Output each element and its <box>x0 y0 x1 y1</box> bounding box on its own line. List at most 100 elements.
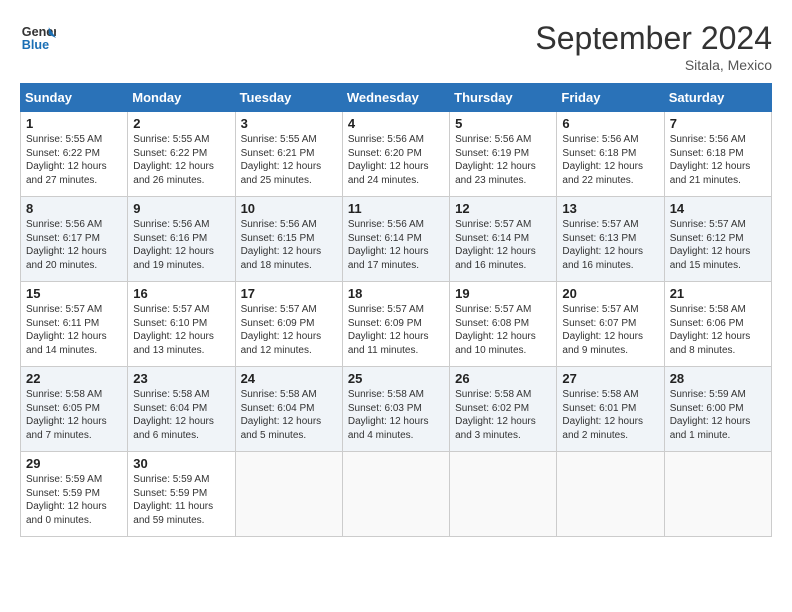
calendar-cell <box>557 452 664 537</box>
calendar-cell: 17 Sunrise: 5:57 AM Sunset: 6:09 PM Dayl… <box>235 282 342 367</box>
day-info: Sunrise: 5:57 AM Sunset: 6:13 PM Dayligh… <box>562 218 658 272</box>
day-info: Sunrise: 5:57 AM Sunset: 6:11 PM Dayligh… <box>26 303 122 357</box>
calendar-table: SundayMondayTuesdayWednesdayThursdayFrid… <box>20 83 772 537</box>
svg-text:Blue: Blue <box>22 38 49 52</box>
page-header: General Blue September 2024 Sitala, Mexi… <box>20 20 772 73</box>
calendar-cell: 9 Sunrise: 5:56 AM Sunset: 6:16 PM Dayli… <box>128 197 235 282</box>
header-saturday: Saturday <box>664 84 771 112</box>
day-number: 23 <box>133 371 229 386</box>
day-info: Sunrise: 5:56 AM Sunset: 6:17 PM Dayligh… <box>26 218 122 272</box>
day-number: 28 <box>670 371 766 386</box>
week-row-4: 22 Sunrise: 5:58 AM Sunset: 6:05 PM Dayl… <box>21 367 772 452</box>
week-row-5: 29 Sunrise: 5:59 AM Sunset: 5:59 PM Dayl… <box>21 452 772 537</box>
day-number: 11 <box>348 201 444 216</box>
day-number: 10 <box>241 201 337 216</box>
calendar-cell <box>450 452 557 537</box>
day-number: 5 <box>455 116 551 131</box>
day-number: 3 <box>241 116 337 131</box>
day-info: Sunrise: 5:57 AM Sunset: 6:12 PM Dayligh… <box>670 218 766 272</box>
day-info: Sunrise: 5:56 AM Sunset: 6:19 PM Dayligh… <box>455 133 551 187</box>
day-info: Sunrise: 5:56 AM Sunset: 6:18 PM Dayligh… <box>562 133 658 187</box>
month-year-title: September 2024 <box>535 20 772 57</box>
calendar-cell: 12 Sunrise: 5:57 AM Sunset: 6:14 PM Dayl… <box>450 197 557 282</box>
calendar-cell <box>342 452 449 537</box>
calendar-cell: 20 Sunrise: 5:57 AM Sunset: 6:07 PM Dayl… <box>557 282 664 367</box>
calendar-cell: 3 Sunrise: 5:55 AM Sunset: 6:21 PM Dayli… <box>235 112 342 197</box>
header-friday: Friday <box>557 84 664 112</box>
logo: General Blue <box>20 20 56 56</box>
calendar-cell: 30 Sunrise: 5:59 AM Sunset: 5:59 PM Dayl… <box>128 452 235 537</box>
calendar-cell: 5 Sunrise: 5:56 AM Sunset: 6:19 PM Dayli… <box>450 112 557 197</box>
day-number: 18 <box>348 286 444 301</box>
day-info: Sunrise: 5:57 AM Sunset: 6:14 PM Dayligh… <box>455 218 551 272</box>
day-number: 30 <box>133 456 229 471</box>
day-number: 26 <box>455 371 551 386</box>
day-info: Sunrise: 5:56 AM Sunset: 6:15 PM Dayligh… <box>241 218 337 272</box>
day-info: Sunrise: 5:58 AM Sunset: 6:05 PM Dayligh… <box>26 388 122 442</box>
header-monday: Monday <box>128 84 235 112</box>
calendar-cell: 2 Sunrise: 5:55 AM Sunset: 6:22 PM Dayli… <box>128 112 235 197</box>
day-number: 4 <box>348 116 444 131</box>
day-info: Sunrise: 5:57 AM Sunset: 6:10 PM Dayligh… <box>133 303 229 357</box>
calendar-cell: 21 Sunrise: 5:58 AM Sunset: 6:06 PM Dayl… <box>664 282 771 367</box>
calendar-cell: 24 Sunrise: 5:58 AM Sunset: 6:04 PM Dayl… <box>235 367 342 452</box>
day-number: 2 <box>133 116 229 131</box>
day-info: Sunrise: 5:58 AM Sunset: 6:06 PM Dayligh… <box>670 303 766 357</box>
day-number: 15 <box>26 286 122 301</box>
calendar-cell: 13 Sunrise: 5:57 AM Sunset: 6:13 PM Dayl… <box>557 197 664 282</box>
day-info: Sunrise: 5:56 AM Sunset: 6:16 PM Dayligh… <box>133 218 229 272</box>
calendar-cell: 8 Sunrise: 5:56 AM Sunset: 6:17 PM Dayli… <box>21 197 128 282</box>
calendar-cell: 1 Sunrise: 5:55 AM Sunset: 6:22 PM Dayli… <box>21 112 128 197</box>
day-info: Sunrise: 5:58 AM Sunset: 6:03 PM Dayligh… <box>348 388 444 442</box>
day-number: 22 <box>26 371 122 386</box>
calendar-cell <box>235 452 342 537</box>
calendar-cell: 15 Sunrise: 5:57 AM Sunset: 6:11 PM Dayl… <box>21 282 128 367</box>
calendar-cell: 16 Sunrise: 5:57 AM Sunset: 6:10 PM Dayl… <box>128 282 235 367</box>
day-number: 7 <box>670 116 766 131</box>
day-info: Sunrise: 5:55 AM Sunset: 6:21 PM Dayligh… <box>241 133 337 187</box>
calendar-cell: 18 Sunrise: 5:57 AM Sunset: 6:09 PM Dayl… <box>342 282 449 367</box>
week-row-2: 8 Sunrise: 5:56 AM Sunset: 6:17 PM Dayli… <box>21 197 772 282</box>
day-info: Sunrise: 5:57 AM Sunset: 6:07 PM Dayligh… <box>562 303 658 357</box>
calendar-cell: 28 Sunrise: 5:59 AM Sunset: 6:00 PM Dayl… <box>664 367 771 452</box>
day-info: Sunrise: 5:56 AM Sunset: 6:20 PM Dayligh… <box>348 133 444 187</box>
calendar-cell: 26 Sunrise: 5:58 AM Sunset: 6:02 PM Dayl… <box>450 367 557 452</box>
header-thursday: Thursday <box>450 84 557 112</box>
day-info: Sunrise: 5:58 AM Sunset: 6:02 PM Dayligh… <box>455 388 551 442</box>
day-number: 17 <box>241 286 337 301</box>
day-info: Sunrise: 5:58 AM Sunset: 6:04 PM Dayligh… <box>133 388 229 442</box>
title-block: September 2024 Sitala, Mexico <box>535 20 772 73</box>
day-info: Sunrise: 5:57 AM Sunset: 6:09 PM Dayligh… <box>241 303 337 357</box>
day-number: 29 <box>26 456 122 471</box>
day-number: 21 <box>670 286 766 301</box>
calendar-cell: 23 Sunrise: 5:58 AM Sunset: 6:04 PM Dayl… <box>128 367 235 452</box>
calendar-cell <box>664 452 771 537</box>
day-info: Sunrise: 5:59 AM Sunset: 5:59 PM Dayligh… <box>133 473 229 527</box>
location-subtitle: Sitala, Mexico <box>535 57 772 73</box>
day-number: 19 <box>455 286 551 301</box>
day-info: Sunrise: 5:55 AM Sunset: 6:22 PM Dayligh… <box>26 133 122 187</box>
day-number: 1 <box>26 116 122 131</box>
calendar-cell: 22 Sunrise: 5:58 AM Sunset: 6:05 PM Dayl… <box>21 367 128 452</box>
day-info: Sunrise: 5:59 AM Sunset: 5:59 PM Dayligh… <box>26 473 122 527</box>
day-number: 6 <box>562 116 658 131</box>
header-row: SundayMondayTuesdayWednesdayThursdayFrid… <box>21 84 772 112</box>
calendar-cell: 7 Sunrise: 5:56 AM Sunset: 6:18 PM Dayli… <box>664 112 771 197</box>
day-number: 13 <box>562 201 658 216</box>
calendar-cell: 29 Sunrise: 5:59 AM Sunset: 5:59 PM Dayl… <box>21 452 128 537</box>
calendar-cell: 11 Sunrise: 5:56 AM Sunset: 6:14 PM Dayl… <box>342 197 449 282</box>
day-number: 9 <box>133 201 229 216</box>
day-number: 12 <box>455 201 551 216</box>
day-info: Sunrise: 5:55 AM Sunset: 6:22 PM Dayligh… <box>133 133 229 187</box>
calendar-cell: 27 Sunrise: 5:58 AM Sunset: 6:01 PM Dayl… <box>557 367 664 452</box>
day-info: Sunrise: 5:57 AM Sunset: 6:08 PM Dayligh… <box>455 303 551 357</box>
day-number: 24 <box>241 371 337 386</box>
day-number: 14 <box>670 201 766 216</box>
logo-icon: General Blue <box>20 20 56 56</box>
header-tuesday: Tuesday <box>235 84 342 112</box>
day-number: 25 <box>348 371 444 386</box>
calendar-cell: 14 Sunrise: 5:57 AM Sunset: 6:12 PM Dayl… <box>664 197 771 282</box>
day-number: 20 <box>562 286 658 301</box>
day-number: 16 <box>133 286 229 301</box>
calendar-cell: 6 Sunrise: 5:56 AM Sunset: 6:18 PM Dayli… <box>557 112 664 197</box>
